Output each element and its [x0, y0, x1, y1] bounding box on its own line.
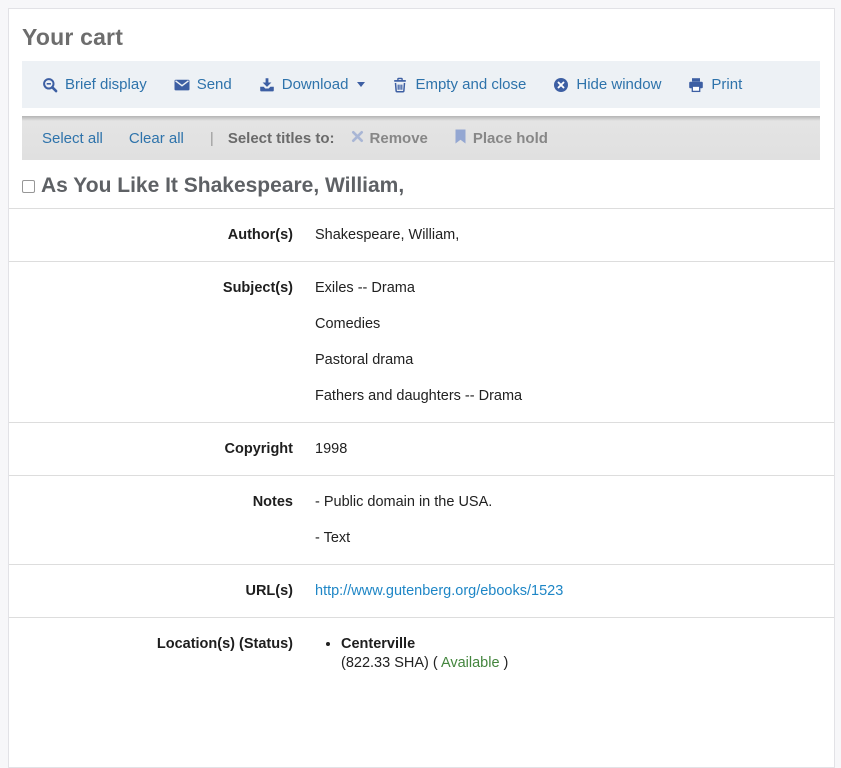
field-label: Location(s) (Status)	[9, 618, 293, 691]
field-value: Shakespeare, William,	[315, 226, 834, 244]
remove-label: Remove	[370, 130, 428, 147]
field-label: Notes	[9, 476, 293, 565]
place-hold-button[interactable]: Place hold	[454, 129, 548, 148]
field-label: Subject(s)	[9, 262, 293, 423]
times-circle-icon	[553, 77, 569, 93]
send-label: Send	[197, 76, 232, 93]
field-row: Subject(s) Exiles -- Drama Comedies Pastora…	[9, 262, 834, 423]
print-icon	[688, 77, 704, 93]
field-values: - Public domain in the USA. - Text	[293, 476, 834, 565]
field-label: Copyright	[9, 423, 293, 476]
brief-display-label: Brief display	[65, 76, 147, 93]
trash-icon	[392, 77, 408, 93]
empty-and-close-button[interactable]: Empty and close	[392, 76, 526, 93]
caret-down-icon	[357, 82, 365, 87]
download-label: Download	[282, 76, 349, 93]
field-label: URL(s)	[9, 565, 293, 618]
field-row: Author(s) Shakespeare, William,	[9, 209, 834, 262]
field-value: - Text	[315, 529, 834, 547]
field-row: Copyright 1998	[9, 423, 834, 476]
brief-display-button[interactable]: Brief display	[42, 76, 147, 93]
toolbar-divider: |	[210, 130, 214, 147]
select-all-link[interactable]: Select all	[42, 130, 103, 147]
field-value: Comedies	[315, 315, 834, 333]
availability-status: Available	[441, 655, 500, 671]
record-fields-body: Author(s) Shakespeare, William, Subject(s)…	[9, 209, 834, 691]
send-button[interactable]: Send	[174, 76, 232, 93]
record-fields-table: Author(s) Shakespeare, William, Subject(s)…	[9, 208, 834, 690]
field-value: 1998	[315, 440, 834, 458]
field-label: Author(s)	[9, 209, 293, 262]
location-name: Centerville	[341, 636, 415, 652]
location-status-line: (822.33 SHA) ( Available )	[341, 654, 834, 673]
location-item: Centerville (822.33 SHA) ( Available )	[341, 635, 834, 673]
download-icon	[259, 77, 275, 93]
field-row: Location(s) (Status) Centerville (822.33 S…	[9, 618, 834, 691]
record-checkbox[interactable]	[22, 180, 35, 193]
field-values: http://www.gutenberg.org/ebooks/1523	[293, 565, 834, 618]
envelope-icon	[174, 77, 190, 93]
clear-all-link[interactable]: Clear all	[129, 130, 184, 147]
download-button[interactable]: Download	[259, 76, 366, 93]
field-value: Fathers and daughters -- Drama	[315, 387, 834, 405]
field-values: 1998	[293, 423, 834, 476]
location-list: Centerville (822.33 SHA) ( Available )	[315, 635, 834, 673]
remove-button[interactable]: Remove	[351, 130, 428, 147]
select-titles-label: Select titles to:	[228, 130, 335, 147]
bookmark-icon	[454, 129, 467, 148]
field-values: Shakespeare, William,	[293, 209, 834, 262]
place-hold-label: Place hold	[473, 130, 548, 147]
hide-window-button[interactable]: Hide window	[553, 76, 661, 93]
url-link[interactable]: http://www.gutenberg.org/ebooks/1523	[315, 582, 834, 600]
search-minus-icon	[42, 77, 58, 93]
hide-window-label: Hide window	[576, 76, 661, 93]
print-button[interactable]: Print	[688, 76, 742, 93]
page-title: Your cart	[22, 22, 834, 52]
field-row: Notes - Public domain in the USA. - Text	[9, 476, 834, 565]
field-row: URL(s) http://www.gutenberg.org/ebooks/15…	[9, 565, 834, 618]
selection-toolbar: Select all Clear all | Select titles to:…	[22, 116, 820, 160]
cart-window: Your cart Brief display Send Download	[8, 8, 835, 768]
field-value: Pastoral drama	[315, 351, 834, 369]
cart-toolbar: Brief display Send Download Empty and cl…	[22, 61, 820, 108]
field-value: Exiles -- Drama	[315, 279, 834, 297]
field-value: - Public domain in the USA.	[315, 493, 834, 511]
record-title-row: As You Like It Shakespeare, William,	[9, 171, 834, 201]
times-icon	[351, 130, 364, 147]
record-title: As You Like It Shakespeare, William,	[41, 172, 404, 200]
field-values: Exiles -- Drama Comedies Pastoral drama Fat…	[293, 262, 834, 423]
empty-and-close-label: Empty and close	[415, 76, 526, 93]
print-label: Print	[711, 76, 742, 93]
field-values: Centerville (822.33 SHA) ( Available )	[293, 618, 834, 691]
